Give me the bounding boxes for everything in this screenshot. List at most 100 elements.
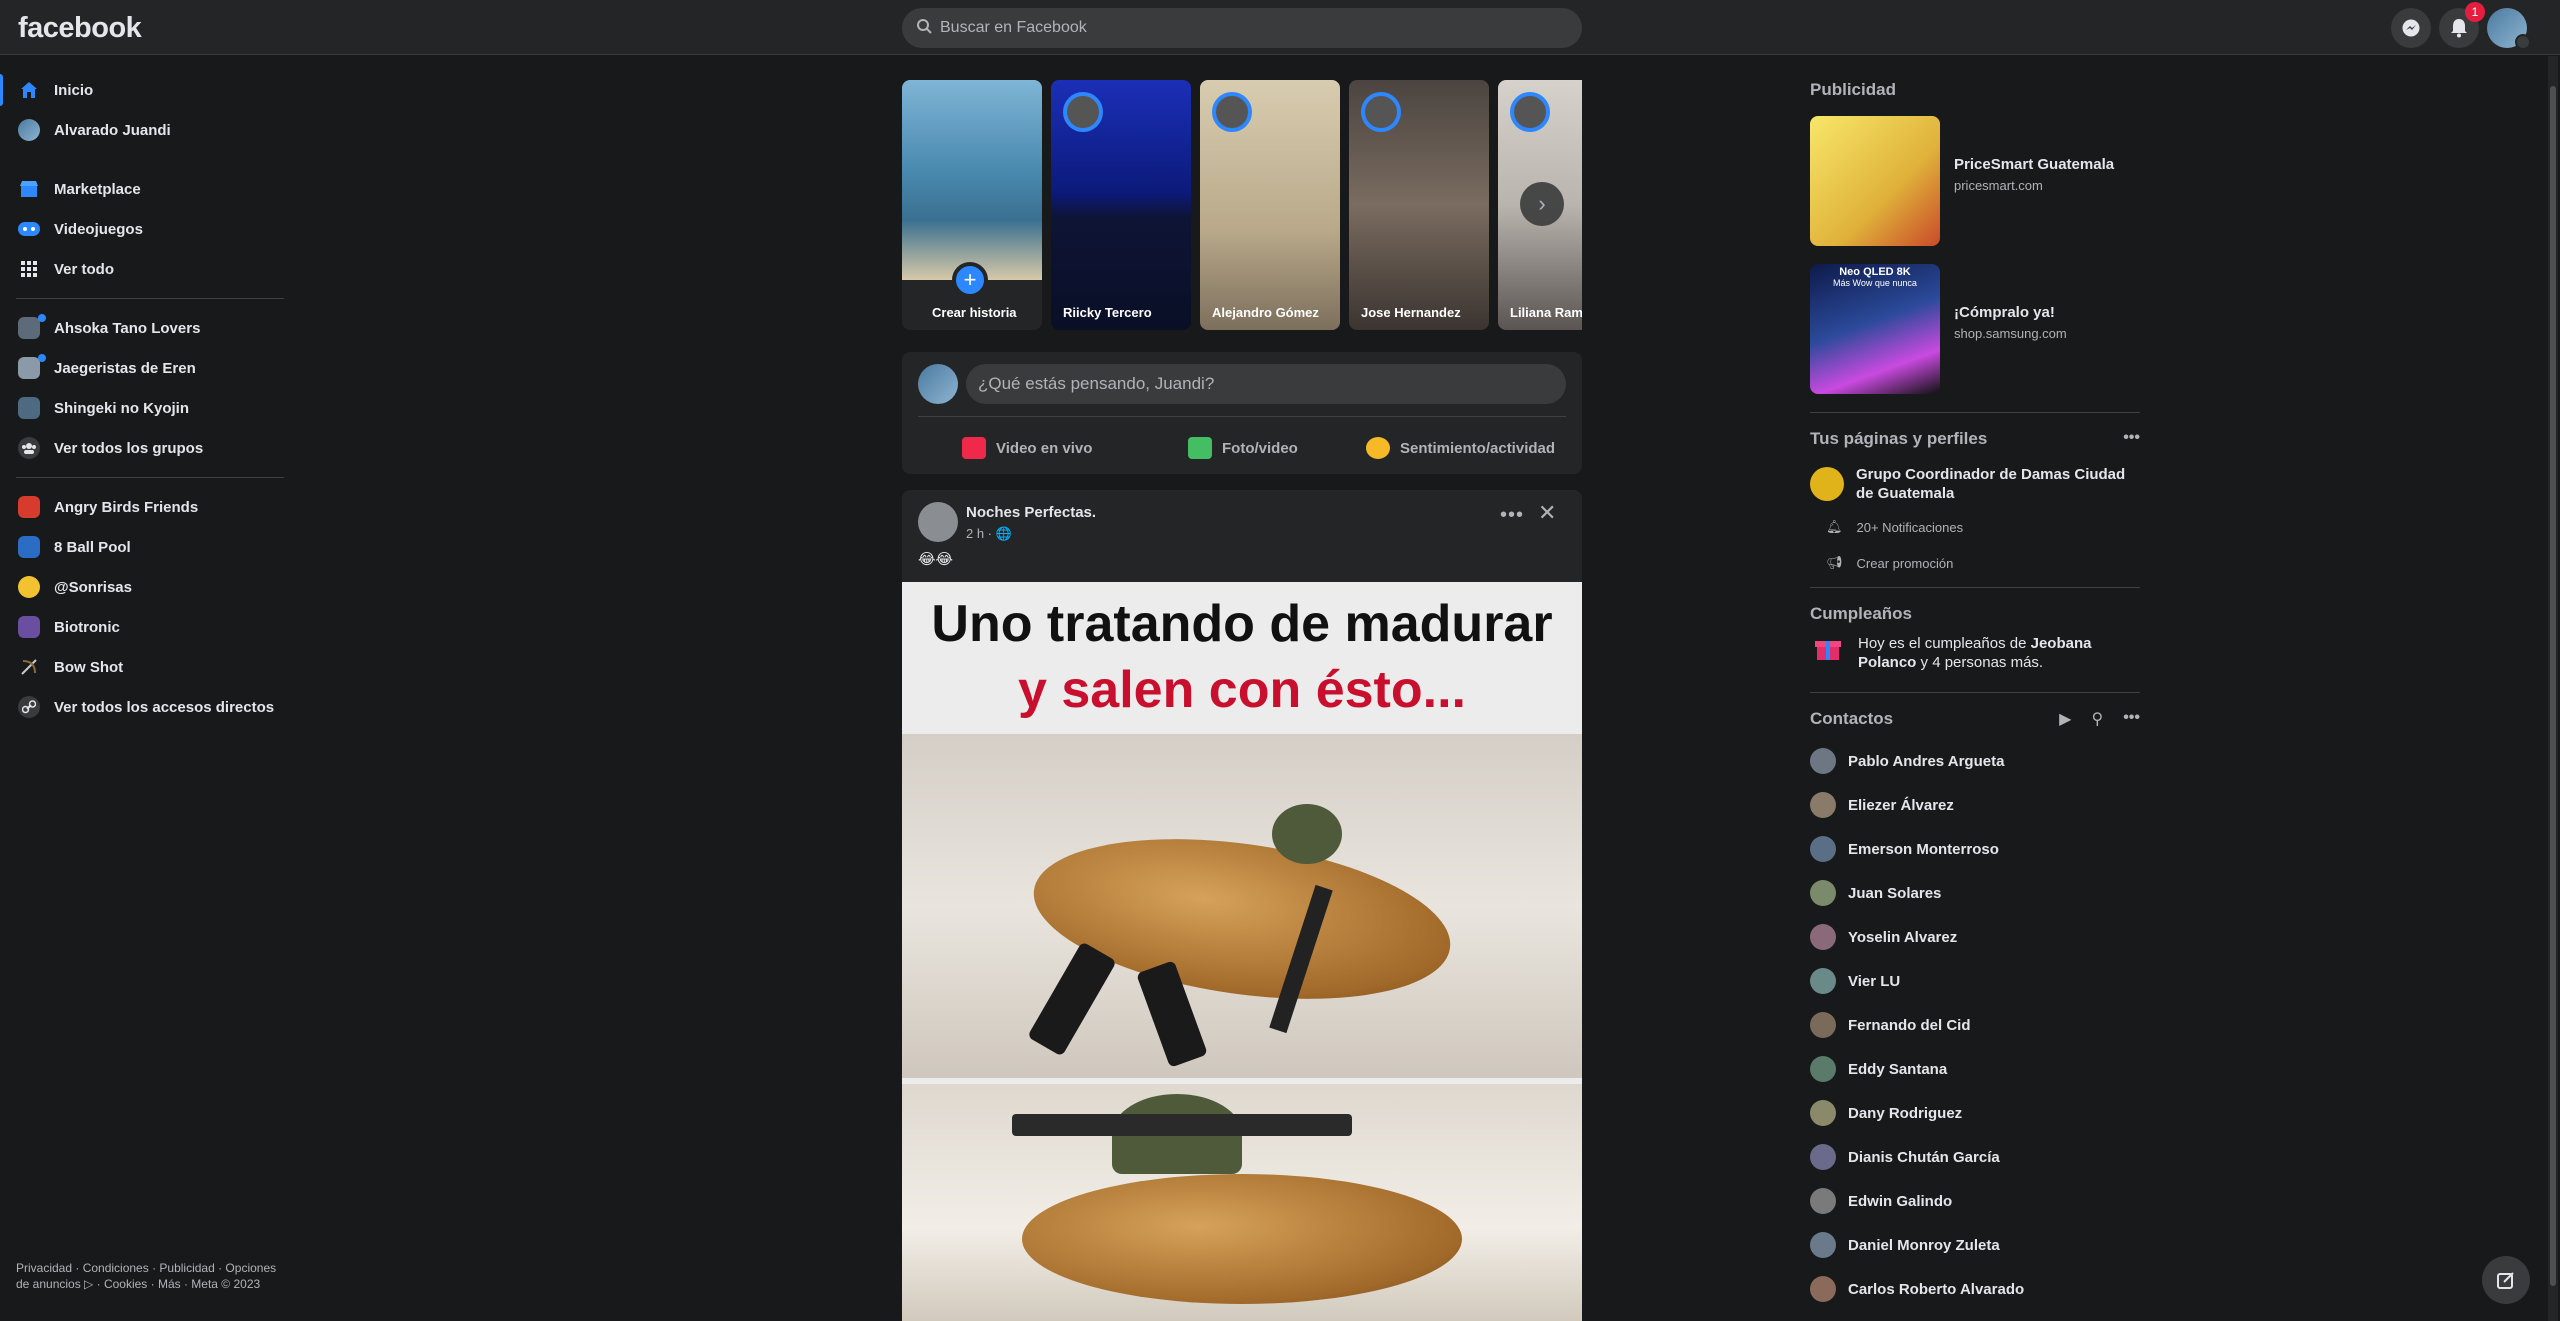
story-photo [902,80,1042,280]
story-card[interactable]: Alejandro Gómez [1200,80,1340,330]
more-options-icon[interactable]: ••• [2123,709,2140,729]
contact-item[interactable]: Dany Rodriguez [1810,1091,2140,1135]
sidebar-shortcut-angry-birds[interactable]: Angry Birds Friends [0,487,290,527]
contact-item[interactable]: Eliezer Álvarez [1810,783,2140,827]
notifications-button[interactable]: 1 [2439,2,2485,48]
more-options-icon[interactable]: ••• [2123,429,2140,447]
bell-icon [2451,19,2467,38]
meme-photo-bottom [902,1084,1582,1321]
facebook-logo[interactable]: facebook [18,12,142,45]
sidebar-item-profile[interactable]: Alvarado Juandi [0,110,290,150]
page-item[interactable]: Grupo Coordinador de Damas Ciudad de Gua… [1810,459,2140,509]
contact-item[interactable]: Vier LU [1810,959,2140,1003]
contact-name: Edwin Galindo [1848,1192,1953,1210]
contact-avatar [1810,1144,1836,1170]
contact-item[interactable]: Fernando del Cid [1810,1003,2140,1047]
story-card[interactable]: Riicky Tercero [1051,80,1191,330]
gaming-icon [18,218,40,240]
divider [16,159,284,160]
feeling-activity-button[interactable]: Sentimiento/actividad [1366,428,1555,468]
close-icon[interactable]: ✕ [1538,500,1556,526]
sidebar-item-inicio[interactable]: Inicio [0,70,290,110]
search-bar[interactable]: Buscar en Facebook [902,8,1582,48]
ad-item[interactable]: PriceSmart Guatemala pricesmart.com [1810,110,2140,258]
contact-item[interactable]: Dianis Chután García [1810,1135,2140,1179]
contact-item[interactable]: Yoselin Alvarez [1810,915,2140,959]
photo-icon [1188,437,1212,459]
contact-item[interactable]: Juan Solares [1810,871,2140,915]
lizard-shape [1022,1174,1462,1304]
megaphone-icon: 📢︎ [1826,555,1843,570]
contacts-heading: Contactos ▶︎ ⚲ ••• [1810,699,2140,739]
contact-avatar [1810,1188,1836,1214]
post-author[interactable]: Noches Perfectas. [966,504,1096,521]
contact-name: Emerson Monterroso [1848,840,1999,858]
sidebar-group-jaegeristas[interactable]: Jaegeristas de Eren [0,348,290,388]
sidebar-shortcut-biotronic[interactable]: Biotronic [0,607,290,647]
video-call-icon[interactable]: ▶︎ [2059,709,2071,729]
more-options-icon[interactable]: ••• [1500,504,1524,527]
app-icon [18,496,40,518]
top-navbar: facebook Buscar en Facebook 1 [0,0,2560,55]
search-icon[interactable]: ⚲ [2091,709,2103,729]
sidebar-item-marketplace[interactable]: Marketplace [0,169,290,209]
sidebar-item-label: Marketplace [54,180,141,198]
page-notifications[interactable]: 🔔︎ 20+ Notificaciones [1810,509,2140,545]
bell-icon: 🔔︎ [1826,519,1843,534]
photo-video-button[interactable]: Foto/video [1188,428,1298,468]
sidebar-shortcut-sonrisas[interactable]: @Sonrisas [0,567,290,607]
birthday-item[interactable]: Hoy es el cumpleaños de Jeobana Polanco … [1810,634,2140,686]
contact-avatar [1810,836,1836,862]
sidebar-item-label: Alvarado Juandi [54,121,171,139]
post-meta[interactable]: 2 h · 🌐 [966,526,1012,542]
sidebar-item-label: Angry Birds Friends [54,498,199,516]
live-video-button[interactable]: Video en vivo [962,428,1092,468]
sidebar-shortcut-8-ball-pool[interactable]: 8 Ball Pool [0,527,290,567]
sidebar-group-ahsoka[interactable]: Ahsoka Tano Lovers [0,308,290,348]
ad-item[interactable]: Neo QLED 8K Más Wow que nunca ¡Cómpralo … [1810,258,2140,406]
group-avatar [18,317,40,339]
ad-domain: shop.samsung.com [1954,326,2067,341]
author-avatar[interactable] [918,502,958,542]
create-story-card[interactable]: + Crear historia [902,80,1042,330]
sidebar-shortcut-bow-shot[interactable]: Bow Shot [0,647,290,687]
contact-item[interactable]: Emerson Monterroso [1810,827,2140,871]
story-card[interactable]: Jose Hernandez [1349,80,1489,330]
contact-name: Carlos Roberto Alvarado [1848,1280,2025,1298]
new-message-button[interactable] [2482,1256,2530,1304]
create-promotion[interactable]: 📢︎ Crear promoción [1810,545,2140,581]
sidebar-item-see-all[interactable]: Ver todo [0,249,290,289]
search-icon [916,18,932,39]
messenger-button[interactable] [2391,8,2431,48]
contact-avatar [1810,1276,1836,1302]
chevron-right-icon[interactable]: › [1520,182,1564,226]
contact-item[interactable]: Eddy Santana [1810,1047,2140,1091]
composer-input[interactable]: ¿Qué estás pensando, Juandi? [966,364,1566,404]
unread-dot [38,314,46,322]
contact-name: Eliezer Álvarez [1848,796,1954,814]
post-image[interactable]: Uno tratando de madurar y salen con ésto… [902,582,1582,1321]
contact-item[interactable]: Edwin Galindo [1810,1179,2140,1223]
sidebar-see-all-groups[interactable]: Ver todos los grupos [0,428,290,468]
scrollbar[interactable] [2548,56,2558,1321]
unread-dot [38,354,46,362]
story-label: Jose Hernandez [1361,305,1461,320]
contact-avatar [1810,924,1836,950]
sidebar-item-gaming[interactable]: Videojuegos [0,209,290,249]
contact-item[interactable]: Pablo Andres Argueta [1810,739,2140,783]
story-avatar [1063,92,1103,132]
sidebar-group-shingeki[interactable]: Shingeki no Kyojin [0,388,290,428]
contact-name: Juan Solares [1848,884,1942,902]
contact-item[interactable]: Carlos Roberto Alvarado [1810,1267,2140,1311]
app-icon [18,616,40,638]
sidebar-item-label: Ver todos los accesos directos [54,698,275,716]
meme-line-2: y salen con ésto... [1018,661,1466,719]
footer-links[interactable]: Privacidad · Condiciones · Publicidad · … [16,1260,286,1292]
pages-title: Tus páginas y perfiles [1810,429,1988,448]
contact-item[interactable]: Daniel Monroy Zuleta [1810,1223,2140,1267]
avatar [918,364,958,404]
sidebar-see-all-shortcuts[interactable]: Ver todos los accesos directos [0,687,290,727]
scrollbar-thumb[interactable] [2550,86,2556,1286]
contact-avatar [1810,1012,1836,1038]
chevron-down-icon[interactable] [2515,34,2531,50]
